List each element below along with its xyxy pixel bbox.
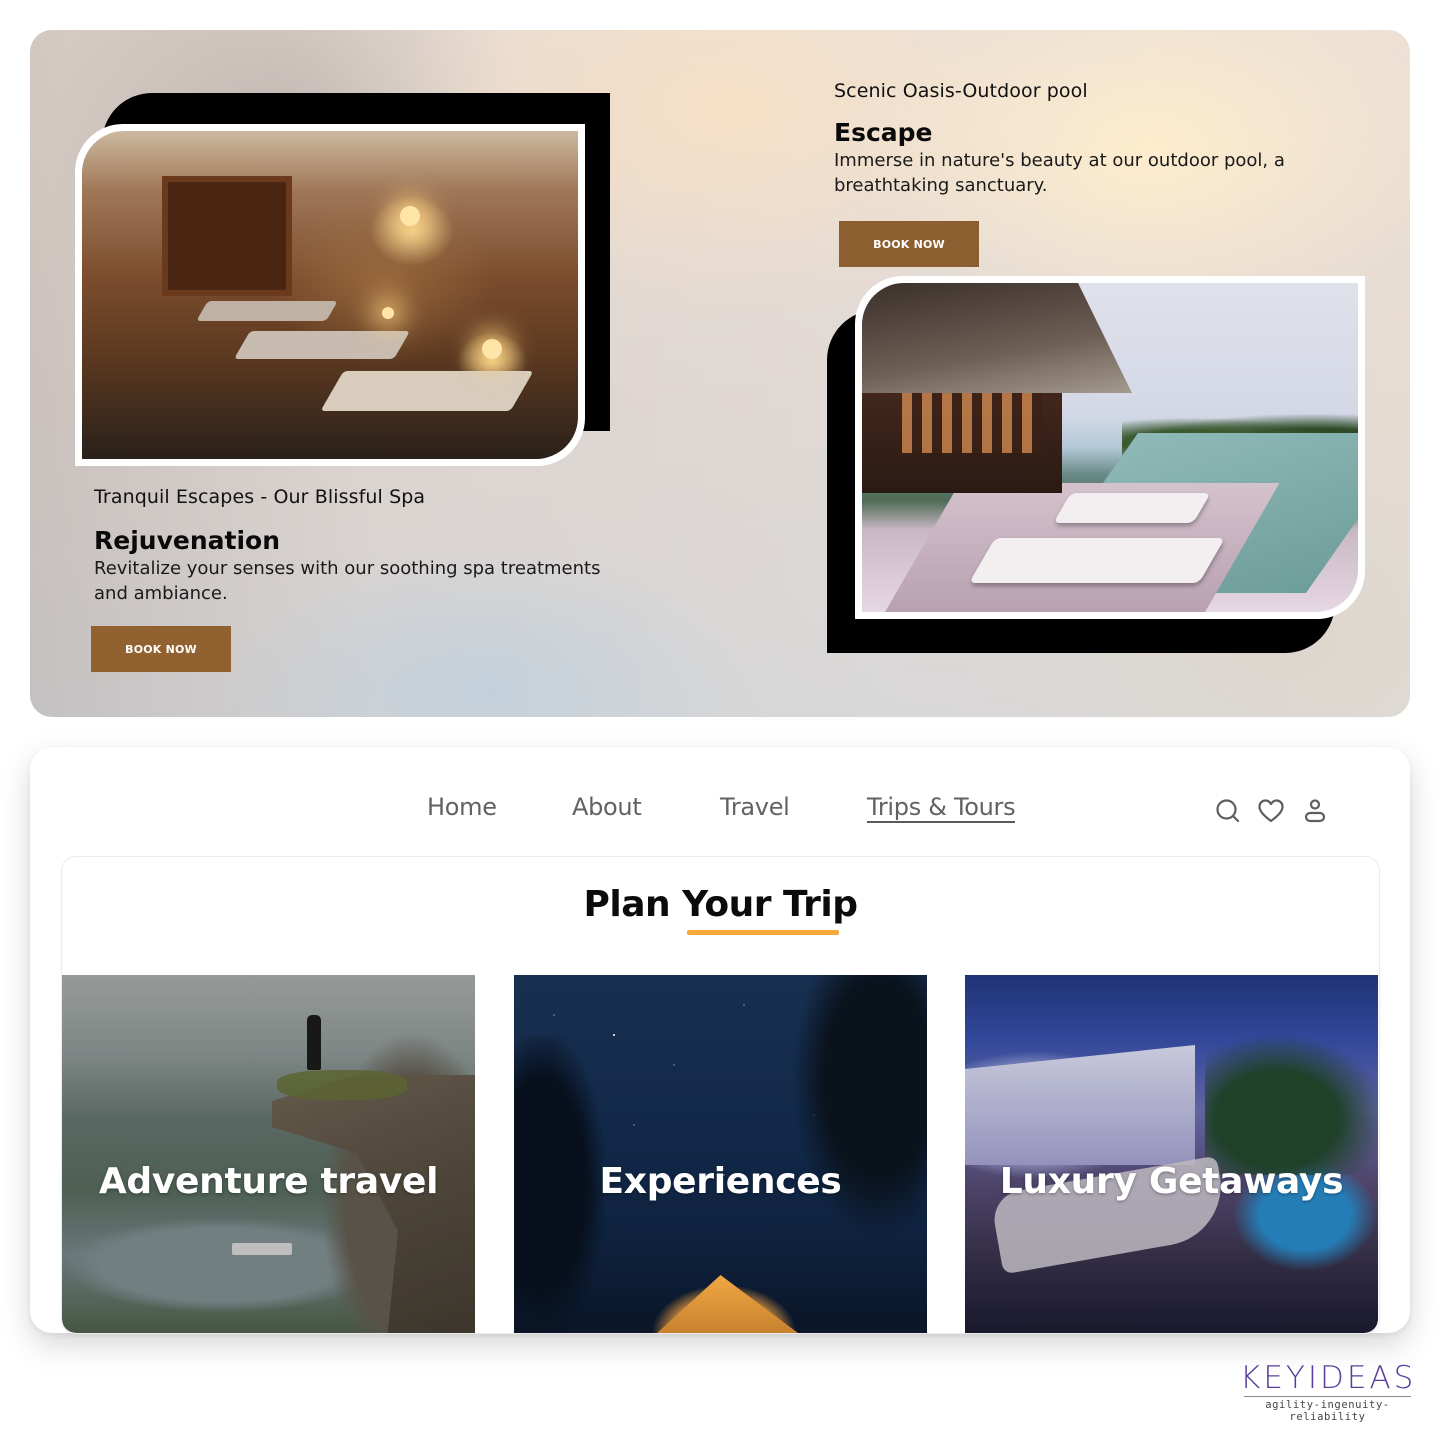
card-overlay bbox=[965, 975, 1378, 1333]
plan-your-trip-section: Plan Your Trip Adventure travel Experien… bbox=[62, 857, 1379, 1333]
pool-photo-frame bbox=[855, 276, 1365, 619]
nav-trips-tours[interactable]: Trips & Tours bbox=[867, 793, 1016, 823]
nav-travel[interactable]: Travel bbox=[720, 793, 790, 821]
spa-subtitle: Tranquil Escapes - Our Blissful Spa bbox=[94, 486, 426, 508]
user-icon[interactable] bbox=[1301, 797, 1329, 825]
logo-brand: KEYIDEAS bbox=[1240, 1360, 1417, 1396]
pool-villa-windows bbox=[902, 383, 1042, 453]
spa-image bbox=[82, 131, 578, 459]
trip-card-label: Adventure travel bbox=[98, 1161, 439, 1202]
spa-table-lamp bbox=[482, 339, 502, 359]
trip-card-label: Luxury Getaways bbox=[999, 1161, 1344, 1202]
spa-description: Revitalize your senses with our soothing… bbox=[94, 558, 601, 604]
spa-shelf bbox=[162, 176, 292, 296]
search-icon[interactable] bbox=[1214, 797, 1242, 825]
nav-about[interactable]: About bbox=[572, 793, 642, 821]
pool-daybed bbox=[1053, 493, 1211, 523]
spa-lounger bbox=[196, 301, 338, 321]
heart-icon[interactable] bbox=[1257, 797, 1285, 825]
spa-heading: Rejuvenation bbox=[94, 526, 280, 555]
trip-card-luxury[interactable]: Luxury Getaways bbox=[965, 975, 1378, 1333]
card-overlay bbox=[62, 975, 475, 1333]
spa-lounger bbox=[320, 371, 534, 411]
pool-text-block: Scenic Oasis-Outdoor pool Escape Immerse… bbox=[834, 80, 1314, 198]
pool-daybed bbox=[969, 538, 1225, 583]
trip-planner-panel: Home About Travel Trips & Tours Plan You… bbox=[30, 747, 1410, 1333]
plan-title: Plan Your Trip bbox=[583, 884, 858, 925]
spa-wall-lamp bbox=[400, 206, 420, 226]
spa-book-now-button[interactable]: BOOK NOW bbox=[91, 626, 231, 672]
spa-photo-frame bbox=[75, 124, 585, 466]
logo-tagline: agility-ingenuity-reliability bbox=[1265, 1399, 1390, 1423]
spa-text-block: Tranquil Escapes - Our Blissful Spa Reju… bbox=[94, 486, 634, 606]
spa-table-lamp bbox=[382, 307, 394, 319]
trip-card-adventure[interactable]: Adventure travel bbox=[62, 975, 475, 1333]
pool-villa-roof bbox=[862, 283, 1132, 393]
keyideas-logo: KEYIDEAS agility-ingenuity-reliability bbox=[1240, 1362, 1415, 1423]
pool-image bbox=[862, 283, 1358, 612]
main-nav: Home About Travel Trips & Tours bbox=[30, 747, 1410, 857]
pool-subtitle: Scenic Oasis-Outdoor pool bbox=[834, 80, 1088, 102]
trip-card-label: Experiences bbox=[599, 1161, 842, 1202]
spa-lounger bbox=[233, 331, 411, 359]
logo-divider bbox=[1244, 1396, 1411, 1397]
pool-description: Immerse in nature's beauty at our outdoo… bbox=[834, 150, 1285, 196]
plan-title-underline bbox=[687, 930, 839, 935]
pool-book-now-button[interactable]: BOOK NOW bbox=[839, 221, 979, 267]
nav-home[interactable]: Home bbox=[427, 793, 497, 821]
pool-heading: Escape bbox=[834, 118, 933, 147]
trip-card-experiences[interactable]: Experiences bbox=[514, 975, 927, 1333]
